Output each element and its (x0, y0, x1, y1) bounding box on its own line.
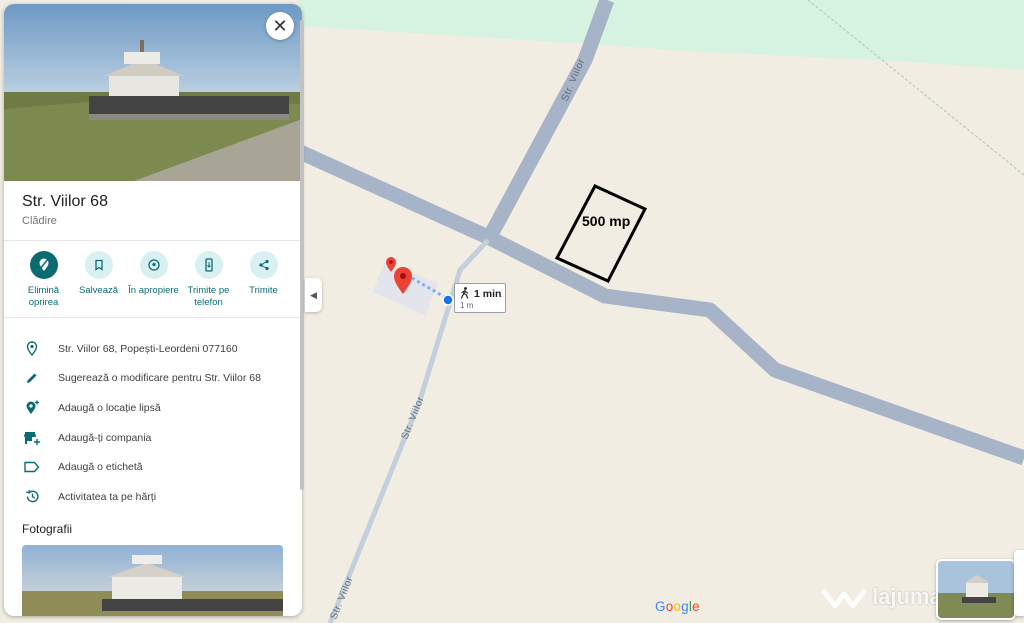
maps-activity-text: Activitatea ta pe hărți (58, 490, 157, 503)
action-label: În apropiere (128, 285, 179, 296)
nearby-button[interactable]: În apropiere (126, 251, 181, 309)
info-list: Str. Viilor 68, Popești-Leordeni 077160 … (4, 334, 302, 512)
share-button[interactable]: Trimite (236, 251, 291, 309)
google-logo-letter: o (673, 599, 682, 614)
action-label: Elimină oprirea (27, 285, 60, 308)
plot-label: 500 mp (582, 213, 630, 229)
action-bar: Elimină oprirea Salvează În apropiere Tr… (16, 251, 296, 309)
save-button[interactable]: Salvează (71, 251, 126, 309)
location-dot-icon[interactable] (442, 294, 454, 306)
remove-stop-icon (38, 258, 49, 271)
nearby-icon (147, 259, 160, 271)
place-category[interactable]: Clădire (22, 215, 57, 227)
add-location-icon (26, 400, 39, 415)
route-distance: 1 m (460, 301, 474, 310)
address-row[interactable]: Str. Viilor 68, Popești-Leordeni 077160 (4, 334, 302, 364)
send-to-phone-icon (204, 258, 213, 272)
suggest-edit-row[interactable]: Sugerează o modificare pentru Str. Viilo… (4, 364, 302, 394)
maps-activity-row[interactable]: Activitatea ta pe hărți (4, 482, 302, 512)
collapse-panel-button[interactable]: ◀ (305, 278, 322, 312)
add-missing-place-text: Adaugă o locație lipsă (58, 401, 161, 414)
chevron-left-icon: ◀ (310, 290, 317, 300)
zoom-control[interactable] (1014, 550, 1024, 616)
add-business-text: Adaugă-ți compania (58, 431, 152, 444)
share-icon (258, 259, 269, 271)
photo-thumbnail[interactable] (22, 545, 283, 616)
place-panel: ✕ Str. Viilor 68 Clădire Elimină oprirea… (4, 4, 302, 616)
google-logo-letter: e (692, 599, 700, 614)
add-label-row[interactable]: Adaugă o etichetă (4, 452, 302, 482)
place-photo[interactable] (4, 4, 302, 181)
watermark-logo-icon (821, 588, 867, 609)
action-label: Trimite pe telefon (187, 285, 230, 308)
route-time: 1 min (474, 288, 502, 300)
address-text: Str. Viilor 68, Popești-Leordeni 077160 (58, 342, 238, 355)
photos-heading: Fotografii (22, 522, 73, 536)
add-missing-place-row[interactable]: Adaugă o locație lipsă (4, 393, 302, 423)
add-business-icon (24, 431, 40, 445)
walk-icon (460, 287, 469, 299)
label-icon (24, 461, 40, 473)
bookmark-icon (94, 259, 103, 271)
google-logo-letter: G (655, 599, 666, 614)
pencil-icon (27, 373, 37, 384)
close-icon: ✕ (272, 16, 288, 36)
place-title: Str. Viilor 68 (22, 193, 108, 210)
add-label-text: Adaugă o etichetă (58, 461, 143, 474)
divider (4, 240, 302, 241)
action-label: Salvează (78, 285, 119, 296)
route-chip[interactable]: 1 min 1 m (454, 283, 506, 313)
send-to-phone-button[interactable]: Trimite pe telefon (181, 251, 236, 309)
history-icon (25, 490, 39, 503)
remove-stop-button[interactable]: Elimină oprirea (16, 251, 71, 309)
action-label: Trimite (249, 285, 278, 296)
add-business-row[interactable]: Adaugă-ți compania (4, 423, 302, 453)
location-pin-icon (26, 341, 38, 357)
panel-scrollbar[interactable] (300, 20, 304, 490)
street-view-thumbnail[interactable] (936, 559, 1016, 620)
close-button[interactable]: ✕ (266, 12, 294, 40)
google-logo: Google (655, 599, 700, 614)
divider (4, 317, 302, 318)
google-logo-letter: g (681, 599, 689, 614)
suggest-edit-text: Sugerează o modificare pentru Str. Viilo… (58, 372, 261, 385)
